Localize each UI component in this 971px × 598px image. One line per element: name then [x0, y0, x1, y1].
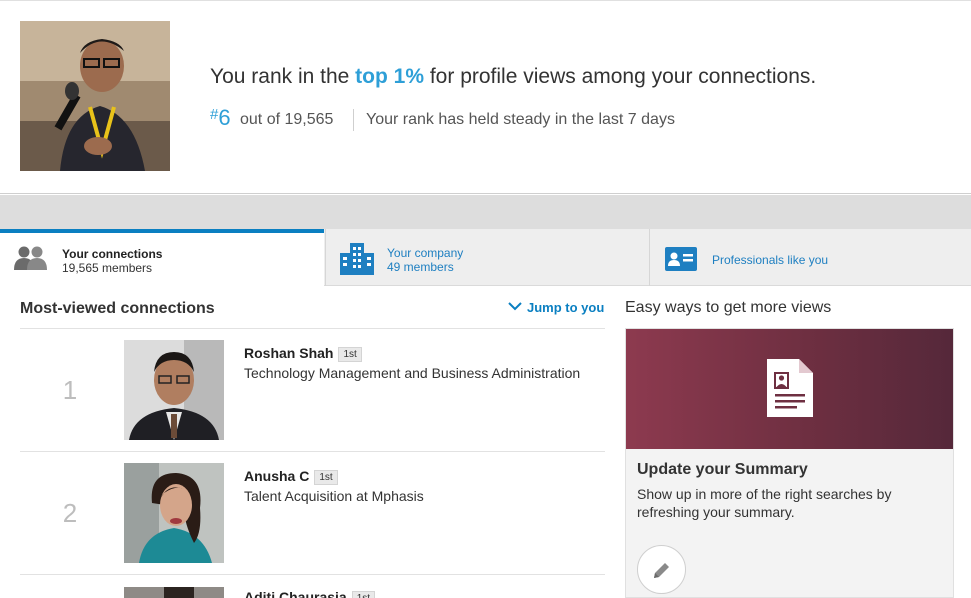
name-text: Roshan Shah — [244, 345, 334, 361]
chevron-down-icon — [508, 302, 522, 311]
name-text: Aditi Chaurasia — [244, 589, 347, 598]
avatar[interactable] — [124, 340, 224, 440]
building-icon — [340, 243, 374, 280]
tab-your-company[interactable]: Your company 49 members — [325, 229, 648, 286]
connection-name[interactable]: Roshan Shah 1st — [244, 345, 362, 362]
tab-title: Your connections — [62, 247, 163, 261]
people-icon — [14, 245, 48, 276]
connection-row[interactable]: Aditi Chaurasia 1st — [20, 575, 605, 598]
headline-percent: top 1% — [355, 65, 425, 88]
connection-headline: Technology Management and Business Admin… — [244, 365, 581, 381]
avatar[interactable] — [124, 586, 224, 598]
degree-badge: 1st — [351, 591, 376, 598]
avatar[interactable] — [124, 463, 224, 563]
name-text: Anusha C — [244, 468, 310, 484]
headline-text-pre: You rank in the — [210, 65, 356, 88]
edit-summary-button[interactable] — [637, 545, 686, 594]
degree-badge: 1st — [314, 470, 338, 485]
rank-out-of: out of 19,565 — [240, 111, 334, 128]
degree-badge: 1st — [338, 347, 362, 362]
rank-position: 1 — [62, 375, 78, 405]
tab-subtitle: 49 members — [387, 260, 454, 274]
profile-photo — [20, 21, 170, 171]
connection-row[interactable]: 1 Roshan Shah 1st Technology Management a… — [20, 329, 605, 451]
tip-body: Show up in more of the right searches by… — [637, 486, 892, 520]
rank-status: Your rank has held steady in the last 7 … — [366, 111, 675, 128]
headline-text-post: for profile views among your connections… — [424, 65, 817, 88]
rank-header: You rank in the top 1% for profile views… — [0, 1, 971, 194]
rank-hash: # — [210, 106, 219, 123]
jump-label: Jump to you — [527, 300, 605, 315]
connection-name[interactable]: Aditi Chaurasia 1st — [244, 589, 376, 598]
connection-name[interactable]: Anusha C 1st — [244, 468, 338, 485]
rank-value: 6 — [218, 105, 231, 130]
tip-card: Update your Summary Show up in more of t… — [625, 328, 954, 598]
tab-professionals-like-you[interactable]: Professionals like you — [649, 229, 971, 286]
tab-subtitle: 19,565 members — [62, 261, 153, 275]
section-title: Most-viewed connections — [20, 300, 215, 317]
rank-divider — [353, 109, 354, 131]
tab-title: Professionals like you — [712, 253, 829, 267]
rank-number: #6 — [210, 105, 231, 131]
section-spacer — [0, 195, 971, 229]
connection-headline: Talent Acquisition at Mphasis — [244, 488, 424, 504]
id-card-icon — [665, 247, 697, 276]
tab-your-connections[interactable]: Your connections 19,565 members — [0, 229, 324, 286]
rank-position: 2 — [62, 498, 78, 528]
comparison-tabs: Your connections 19,565 members Your com… — [0, 229, 971, 286]
pencil-icon — [654, 563, 669, 578]
rank-headline: You rank in the top 1% for profile views… — [210, 65, 816, 89]
document-profile-icon — [765, 357, 815, 424]
tip-title: Update your Summary — [637, 461, 808, 478]
sidebar-title: Easy ways to get more views — [625, 299, 832, 316]
connection-row[interactable]: 2 Anusha C 1st Talent Acquisition at Mpha… — [20, 452, 605, 574]
tab-title: Your company — [387, 246, 464, 260]
